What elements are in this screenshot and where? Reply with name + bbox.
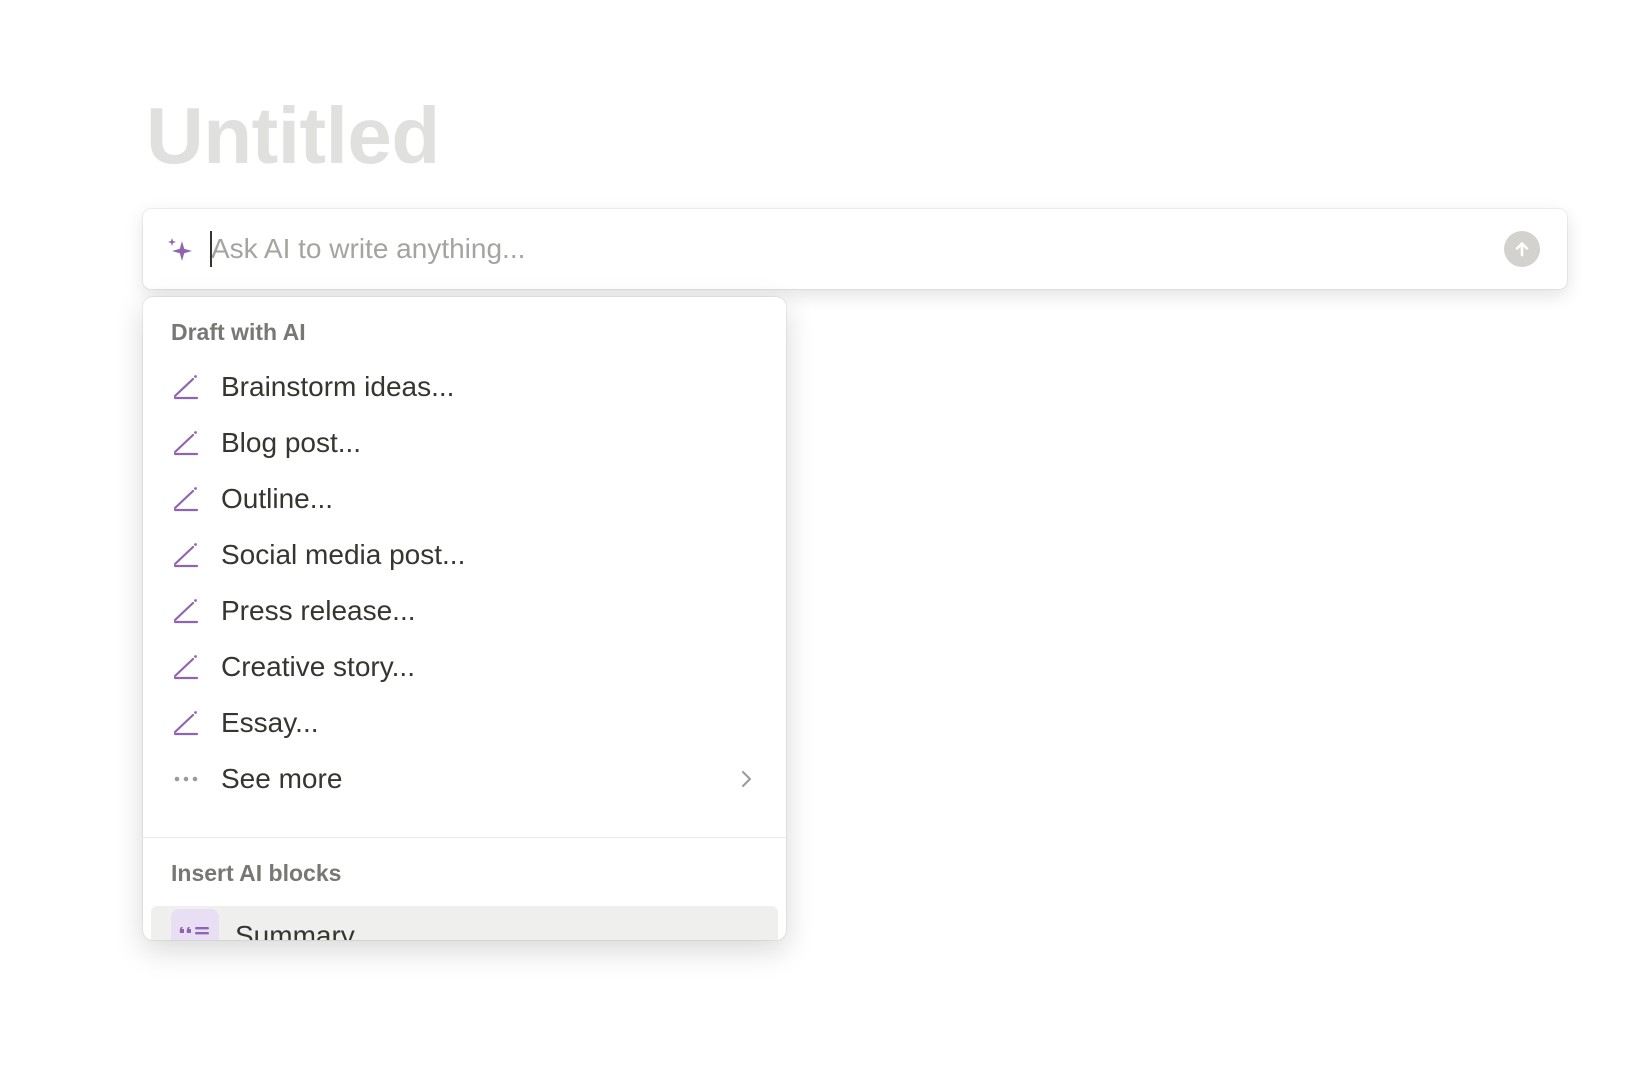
page: Untitled Draft with AI Brainstorm ideas.… — [0, 0, 1648, 1088]
menu-item-blog-post[interactable]: Blog post... — [151, 417, 778, 469]
menu-item-social-media-post[interactable]: Social media post... — [151, 529, 778, 581]
ai-prompt-input[interactable] — [211, 229, 1471, 269]
ai-suggestions-menu: Draft with AI Brainstorm ideas... Blog p… — [143, 297, 786, 940]
pencil-icon — [173, 543, 199, 568]
pencil-icon — [173, 655, 199, 680]
menu-item-label: Outline... — [221, 483, 334, 514]
ai-prompt-bar[interactable] — [143, 209, 1567, 289]
pencil-icon — [173, 711, 199, 736]
pencil-icon — [173, 599, 199, 624]
pencil-icon — [173, 375, 199, 400]
menu-item-summary[interactable]: Summary — [151, 906, 778, 940]
submit-button[interactable] — [1504, 231, 1540, 267]
sparkle-icon — [168, 238, 192, 261]
pencil-icon — [173, 431, 199, 456]
menu-item-label: Blog post... — [221, 427, 362, 458]
menu-item-outline[interactable]: Outline... — [151, 473, 778, 525]
menu-item-label: See more — [221, 763, 343, 794]
chevron-right-icon — [742, 771, 751, 787]
menu-item-label: Press release... — [221, 595, 416, 626]
menu-item-label: Creative story... — [221, 651, 415, 682]
menu-item-see-more[interactable]: See more — [151, 753, 778, 805]
arrow-up-icon — [1515, 242, 1529, 257]
page-title[interactable]: Untitled — [146, 86, 440, 186]
menu-item-brainstorm-ideas[interactable]: Brainstorm ideas... — [151, 361, 778, 413]
menu-item-label: Essay... — [221, 707, 319, 738]
menu-item-press-release[interactable]: Press release... — [151, 585, 778, 637]
menu-item-essay[interactable]: Essay... — [151, 697, 778, 749]
menu-divider — [143, 837, 786, 838]
menu-item-creative-story[interactable]: Creative story... — [151, 641, 778, 693]
menu-item-label: Social media post... — [221, 539, 466, 570]
section-header-draft: Draft with AI — [171, 319, 306, 345]
more-dots-icon — [174, 776, 198, 782]
menu-item-label: Summary — [235, 920, 355, 940]
quote-list-icon — [171, 909, 219, 940]
text-caret — [210, 231, 212, 267]
section-header-insert: Insert AI blocks — [171, 860, 342, 886]
menu-item-label: Brainstorm ideas... — [221, 371, 455, 402]
pencil-icon — [173, 487, 199, 512]
